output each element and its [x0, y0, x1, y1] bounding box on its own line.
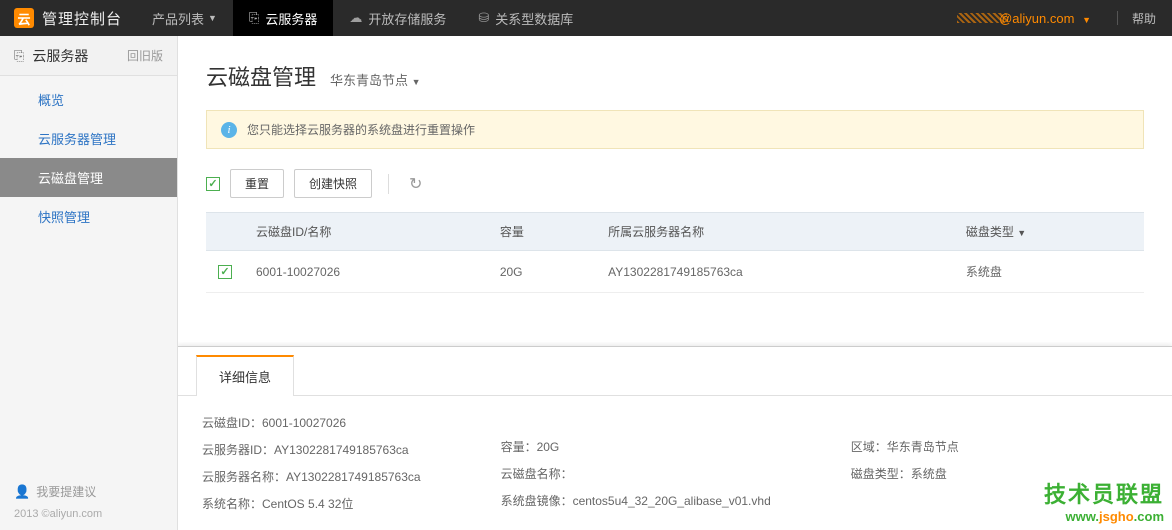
select-all-checkbox[interactable] — [206, 177, 220, 191]
col-size: 容量 — [488, 213, 596, 251]
feedback-link[interactable]: 👤 我要提建议 — [14, 483, 163, 500]
database-icon: ⛁ — [478, 10, 489, 26]
topbar-right: @aliyun.com ▼ 帮助 — [963, 0, 1172, 36]
logo-area[interactable]: 云 管理控制台 — [0, 0, 136, 36]
cell-type: 系统盘 — [954, 251, 1144, 293]
action-row: 重置 创建快照 ↻ — [206, 169, 1144, 198]
refresh-icon[interactable]: ↻ — [405, 170, 426, 198]
detail-os: 系统名称：CentOS 5.4 32位 — [202, 495, 421, 512]
alert-text: 您只能选择云服务器的系统盘进行重置操作 — [247, 121, 475, 138]
main: 云磁盘管理 华东青岛节点 ▼ i 您只能选择云服务器的系统盘进行重置操作 重置 … — [178, 36, 1172, 530]
detail-type: 磁盘类型：系统盘 — [851, 465, 959, 482]
table-row[interactable]: 6001-10027026 20G AY1302281749185763ca 系… — [206, 251, 1144, 293]
sidebar-item-overview[interactable]: 概览 — [0, 80, 177, 119]
sidebar-item-snapshot-mgmt[interactable]: 快照管理 — [0, 197, 177, 236]
detail-image: 系统盘镜像：centos5u4_32_20G_alibase_v01.vhd — [501, 492, 771, 509]
col-id: 云磁盘ID/名称 — [244, 213, 488, 251]
sidebar-item-server-mgmt[interactable]: 云服务器管理 — [0, 119, 177, 158]
info-icon: i — [221, 122, 237, 138]
region-selector[interactable]: 华东青岛节点 ▼ — [330, 70, 421, 89]
topbar: 云 管理控制台 产品列表 ▼ ⎘ 云服务器 ☁ 开放存储服务 ⛁ 关系型数据库 … — [0, 0, 1172, 36]
divider — [1117, 11, 1118, 25]
detail-region: 区域：华东青岛节点 — [851, 438, 959, 455]
detail-col-2: 容量：20G 云磁盘名称： 系统盘镜像：centos5u4_32_20G_ali… — [501, 414, 771, 512]
nav-label: 云服务器 — [265, 9, 317, 28]
server-icon: ⎘ — [14, 48, 24, 64]
sidebar-menu: 概览 云服务器管理 云磁盘管理 快照管理 — [0, 76, 177, 240]
user-email[interactable]: @aliyun.com ▼ — [963, 11, 1091, 26]
server-icon: ⎘ — [249, 10, 259, 26]
row-checkbox[interactable] — [218, 265, 232, 279]
detail-server-name: 云服务器名称：AY1302281749185763ca — [202, 468, 421, 485]
detail-server-id: 云服务器ID：AY1302281749185763ca — [202, 441, 421, 458]
divider — [388, 174, 389, 194]
nav-storage[interactable]: ☁ 开放存储服务 — [333, 0, 462, 36]
page-title: 云磁盘管理 — [206, 60, 316, 92]
cell-server: AY1302281749185763ca — [596, 251, 954, 293]
chevron-down-icon: ▼ — [412, 77, 421, 87]
feedback-label: 我要提建议 — [36, 483, 96, 500]
cell-size: 20G — [488, 251, 596, 293]
disk-table: 云磁盘ID/名称 容量 所属云服务器名称 磁盘类型 ▼ 6001-1002702… — [206, 212, 1144, 293]
nav-label: 关系型数据库 — [495, 9, 573, 28]
detail-disk-id: 云磁盘ID：6001-10027026 — [202, 414, 421, 431]
nav-database[interactable]: ⛁ 关系型数据库 — [462, 0, 589, 36]
content-area: 云磁盘管理 华东青岛节点 ▼ i 您只能选择云服务器的系统盘进行重置操作 重置 … — [178, 36, 1172, 346]
help-link[interactable]: 帮助 — [1132, 10, 1156, 27]
detail-col-3: 区域：华东青岛节点 磁盘类型：系统盘 — [851, 414, 959, 512]
tab-detail[interactable]: 详细信息 — [196, 355, 294, 396]
nav-label: 产品列表 — [152, 9, 204, 28]
alert-box: i 您只能选择云服务器的系统盘进行重置操作 — [206, 110, 1144, 149]
sidebar-title: 云服务器 — [32, 46, 127, 66]
table-header-row: 云磁盘ID/名称 容量 所属云服务器名称 磁盘类型 ▼ — [206, 213, 1144, 251]
chevron-down-icon: ▼ — [1017, 228, 1026, 238]
detail-col-1: 云磁盘ID：6001-10027026 云服务器ID：AY13022817491… — [202, 414, 421, 512]
detail-spacer — [851, 414, 959, 428]
detail-tabs: 详细信息 — [178, 347, 1172, 396]
chevron-down-icon: ▼ — [208, 13, 217, 23]
person-icon: 👤 — [14, 484, 30, 500]
detail-size: 容量：20G — [501, 438, 771, 455]
reset-button[interactable]: 重置 — [230, 169, 284, 198]
chevron-down-icon: ▼ — [1082, 15, 1091, 25]
cell-id: 6001-10027026 — [244, 251, 488, 293]
col-server: 所属云服务器名称 — [596, 213, 954, 251]
old-version-link[interactable]: 回旧版 — [127, 47, 163, 64]
copyright: 2013 ©aliyun.com — [14, 508, 163, 520]
top-nav: 产品列表 ▼ ⎘ 云服务器 ☁ 开放存储服务 ⛁ 关系型数据库 — [136, 0, 589, 36]
detail-panel: 详细信息 云磁盘ID：6001-10027026 云服务器ID：AY130228… — [178, 346, 1172, 530]
nav-label: 开放存储服务 — [368, 9, 446, 28]
create-snapshot-button[interactable]: 创建快照 — [294, 169, 372, 198]
detail-body: 云磁盘ID：6001-10027026 云服务器ID：AY13022817491… — [178, 396, 1172, 530]
page-title-row: 云磁盘管理 华东青岛节点 ▼ — [206, 60, 1144, 92]
logo-text: 管理控制台 — [42, 8, 122, 29]
detail-disk-name: 云磁盘名称： — [501, 465, 771, 482]
logo-icon: 云 — [14, 8, 34, 28]
sidebar: ⎘ 云服务器 回旧版 概览 云服务器管理 云磁盘管理 快照管理 👤 我要提建议 … — [0, 36, 178, 530]
cloud-icon: ☁ — [349, 10, 362, 26]
nav-cloud-server[interactable]: ⎘ 云服务器 — [233, 0, 333, 36]
sidebar-item-disk-mgmt[interactable]: 云磁盘管理 — [0, 158, 177, 197]
sidebar-header: ⎘ 云服务器 回旧版 — [0, 36, 177, 76]
col-type[interactable]: 磁盘类型 ▼ — [954, 213, 1144, 251]
sidebar-footer: 👤 我要提建议 2013 ©aliyun.com — [0, 473, 177, 530]
nav-products[interactable]: 产品列表 ▼ — [136, 0, 233, 36]
col-checkbox — [206, 213, 244, 251]
detail-spacer — [501, 414, 771, 428]
